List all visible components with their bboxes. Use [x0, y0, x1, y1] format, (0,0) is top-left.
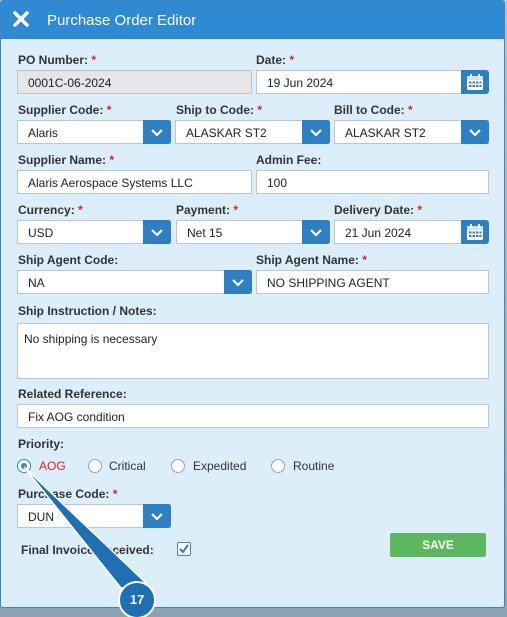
payment-label: Payment: *: [176, 203, 239, 217]
save-button[interactable]: SAVE: [390, 533, 486, 557]
payment-select[interactable]: Net 15: [176, 220, 330, 244]
final-invoice-checkbox[interactable]: [177, 542, 191, 556]
calendar-icon: [467, 73, 483, 90]
calendar-icon: [467, 223, 483, 240]
ship-to-code-value: ALASKAR ST2: [186, 126, 267, 140]
priority-critical-label: Critical: [109, 459, 146, 473]
ship-to-code-label: Ship to Code: *: [176, 103, 263, 117]
priority-aog-label: AOG: [39, 459, 66, 473]
final-invoice-label: Final Invoice Received:: [21, 543, 154, 557]
close-icon[interactable]: [11, 9, 31, 29]
purchase-code-select[interactable]: DUN: [17, 504, 171, 528]
related-reference-field[interactable]: Fix AOG condition: [17, 404, 489, 428]
chevron-down-icon[interactable]: [302, 120, 330, 144]
delivery-date-calendar-button[interactable]: [461, 220, 489, 244]
bill-to-code-value: ALASKAR ST2: [345, 126, 426, 140]
chevron-down-icon[interactable]: [143, 120, 171, 144]
ship-agent-code-value: NA: [28, 276, 45, 290]
supplier-code-value: Alaris: [28, 126, 59, 140]
ship-instruction-label: Ship Instruction / Notes:: [18, 304, 157, 318]
admin-fee-field[interactable]: 100: [256, 170, 489, 194]
chevron-down-icon[interactable]: [461, 120, 489, 144]
bill-to-code-select[interactable]: ALASKAR ST2: [334, 120, 489, 144]
supplier-name-field[interactable]: Alaris Aerospace Systems LLC: [17, 170, 252, 194]
currency-value: USD: [28, 226, 54, 240]
chevron-down-icon[interactable]: [143, 220, 171, 244]
ship-agent-name-label: Ship Agent Name: *: [256, 253, 367, 267]
purchase-code-value: DUN: [28, 510, 54, 524]
chevron-down-icon[interactable]: [143, 504, 171, 528]
date-label: Date: *: [256, 53, 295, 67]
admin-fee-label: Admin Fee:: [256, 153, 322, 167]
ship-to-code-select[interactable]: ALASKAR ST2: [175, 120, 330, 144]
purchase-code-label: Purchase Code: *: [18, 487, 118, 501]
ship-agent-name-field[interactable]: NO SHIPPING AGENT: [256, 270, 489, 294]
po-number-label: PO Number: *: [18, 53, 97, 67]
ship-agent-code-label: Ship Agent Code:: [18, 253, 119, 267]
dialog-titlebar: Purchase Order Editor: [1, 1, 504, 39]
currency-label: Currency: *: [18, 203, 83, 217]
currency-select[interactable]: USD: [17, 220, 171, 244]
callout-number-badge: 17: [118, 581, 156, 617]
priority-expedited-label: Expedited: [193, 459, 247, 473]
priority-routine-label: Routine: [293, 459, 335, 473]
chevron-down-icon[interactable]: [302, 220, 330, 244]
bill-to-code-label: Bill to Code: *: [334, 103, 413, 117]
date-calendar-button[interactable]: [461, 70, 489, 94]
supplier-code-label: Supplier Code: *: [18, 103, 112, 117]
po-number-field: 0001C-06-2024: [17, 70, 252, 94]
priority-routine-radio[interactable]: [271, 459, 285, 473]
priority-critical-radio[interactable]: [88, 459, 102, 473]
supplier-code-select[interactable]: Alaris: [17, 120, 171, 144]
dialog-title: Purchase Order Editor: [47, 12, 197, 29]
date-field[interactable]: 19 Jun 2024: [256, 70, 462, 94]
chevron-down-icon[interactable]: [224, 270, 252, 294]
delivery-date-label: Delivery Date: *: [334, 203, 423, 217]
ship-agent-code-select[interactable]: NA: [17, 270, 252, 294]
priority-aog-radio[interactable]: [17, 459, 31, 473]
related-reference-label: Related Reference:: [18, 387, 127, 401]
delivery-date-field[interactable]: 21 Jun 2024: [334, 220, 462, 244]
priority-label: Priority:: [18, 437, 65, 451]
priority-expedited-radio[interactable]: [171, 459, 185, 473]
supplier-name-label: Supplier Name: *: [18, 153, 115, 167]
ship-instruction-textarea[interactable]: No shipping is necessary: [17, 323, 489, 379]
check-icon: [179, 544, 189, 554]
payment-value: Net 15: [187, 226, 223, 240]
